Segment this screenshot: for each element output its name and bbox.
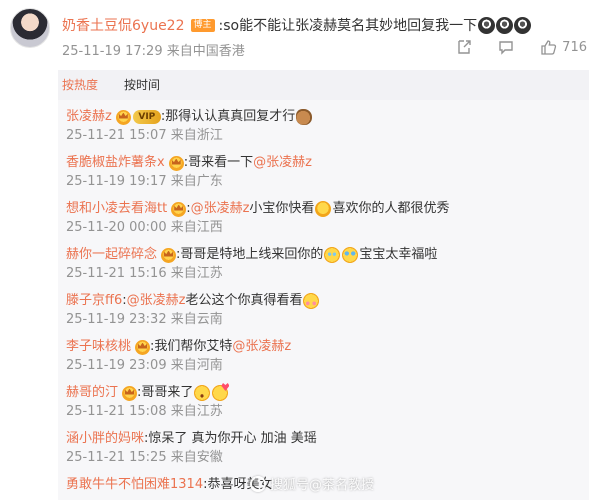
reply-time: 25-11-21 15:16 来自江苏 bbox=[66, 266, 223, 281]
post-actions: 716 bbox=[456, 39, 587, 55]
tab-time[interactable]: 按时间 bbox=[122, 75, 162, 95]
like-count: 716 bbox=[562, 39, 587, 55]
reply-time: 25-11-20 00:00 来自江西 bbox=[66, 220, 223, 235]
vip-level-badge: VIP bbox=[132, 110, 161, 124]
list-item: 赫你一起碎碎念 :哥哥是特地上线来回你的 宝宝太幸福啦 25-11-21 15:… bbox=[58, 238, 589, 284]
reply-author[interactable]: 滕子京ff6 bbox=[66, 292, 122, 310]
mention-link[interactable]: @张凌赫z bbox=[127, 292, 186, 310]
vip-crown-icon bbox=[168, 155, 184, 171]
list-item: 赫哥的汀 :哥哥来了 25-11-21 15:08 来自江苏 bbox=[58, 376, 589, 422]
blogger-badge: 博主 bbox=[190, 18, 215, 32]
reply-text-suffix: 喜欢你的人都很优秀 bbox=[332, 201, 450, 216]
sweat-emoji-icon bbox=[514, 16, 532, 34]
post-meta: 25-11-19 17:29 来自中国香港 bbox=[62, 44, 245, 59]
post-text: :so能不能让张凌赫莫名其妙地回复我一下 bbox=[218, 18, 478, 34]
vip-crown-icon bbox=[115, 109, 131, 125]
watermark-text: 搜狐号@茶名教授 bbox=[270, 478, 375, 493]
sort-tabs: 按热度 按时间 bbox=[58, 70, 589, 100]
reply-text: :惊呆了 真为你开心 加油 美瑶 bbox=[144, 431, 317, 446]
vip-crown-icon bbox=[122, 385, 138, 401]
watermark: 搜狐号@茶名教授 bbox=[250, 474, 374, 493]
sohu-logo-icon bbox=[250, 475, 266, 492]
reply-time: 25-11-19 23:09 来自河南 bbox=[66, 358, 223, 373]
reply-time: 25-11-19 19:17 来自广东 bbox=[66, 174, 223, 189]
cover-face-emoji-icon bbox=[315, 201, 332, 217]
vip-crown-icon bbox=[161, 247, 177, 263]
reply-text: :哥来看一下 bbox=[183, 155, 254, 170]
vip-crown-icon bbox=[135, 339, 151, 355]
reply-text: :那得认认真真回复才行 bbox=[160, 109, 296, 124]
reply-author[interactable]: 涵小胖的妈咪 bbox=[66, 430, 144, 448]
mention-link[interactable]: @张凌赫z bbox=[191, 200, 250, 218]
sweat-emoji-icon bbox=[478, 16, 496, 34]
post-author[interactable]: 奶香土豆侃6yue22 bbox=[62, 15, 185, 35]
reply-text: :哥哥是特地上线来回你的 bbox=[176, 247, 324, 262]
avatar[interactable] bbox=[10, 8, 50, 48]
reply-text: 小宝你快看 bbox=[249, 201, 315, 216]
sweat-emoji-icon bbox=[496, 16, 514, 34]
reply-time: 25-11-21 15:25 来自安徽 bbox=[66, 450, 223, 465]
reply-author[interactable]: 赫哥的汀 bbox=[66, 384, 118, 402]
cry-emoji-icon bbox=[324, 247, 341, 263]
reply-list: 张凌赫z VIP :那得认认真真回复才行 25-11-21 15:07 来自浙江… bbox=[58, 100, 589, 500]
reply-author[interactable]: 想和小凌去看海tt bbox=[66, 200, 167, 218]
shy-emoji-icon bbox=[303, 293, 320, 309]
vip-crown-icon bbox=[171, 201, 187, 217]
tab-hot[interactable]: 按热度 bbox=[60, 75, 100, 95]
reply-author[interactable]: 香脆椒盐炸薯条x bbox=[66, 154, 165, 172]
list-item: 张凌赫z VIP :那得认认真真回复才行 25-11-21 15:07 来自浙江 bbox=[58, 100, 589, 146]
thumbs-up-icon bbox=[541, 40, 557, 55]
fist-emoji-icon bbox=[296, 109, 313, 125]
reply-text: 老公这个你真得看看 bbox=[185, 293, 303, 308]
tear-emoji-icon bbox=[342, 247, 359, 263]
mention-link[interactable]: @张凌赫z bbox=[253, 154, 312, 172]
reply-text-suffix: 宝宝太幸福啦 bbox=[359, 247, 438, 262]
reply-author[interactable]: 李子味核桃 bbox=[66, 338, 131, 356]
love-emoji-icon bbox=[212, 385, 229, 401]
reply-text: :哥哥来了 bbox=[137, 385, 194, 400]
list-item: 涵小胖的妈咪 :惊呆了 真为你开心 加油 美瑶 25-11-21 15:25 来… bbox=[58, 422, 589, 468]
list-item: 香脆椒盐炸薯条x :哥来看一下 @张凌赫z 25-11-19 19:17 来自广… bbox=[58, 146, 589, 192]
list-item: 滕子京ff6 : @张凌赫z 老公这个你真得看看 25-11-19 23:32 … bbox=[58, 284, 589, 330]
reply-time: 25-11-21 15:07 来自浙江 bbox=[66, 128, 223, 143]
wow-emoji-icon bbox=[194, 385, 211, 401]
reply-text: :我们帮你艾特 bbox=[150, 339, 233, 354]
like-button[interactable]: 716 bbox=[540, 39, 587, 55]
list-item: 李子味核桃 :我们帮你艾特 @张凌赫z 25-11-19 23:09 来自河南 bbox=[58, 330, 589, 376]
mention-link[interactable]: @张凌赫z bbox=[232, 338, 291, 356]
reply-author[interactable]: 张凌赫z bbox=[66, 108, 112, 126]
reply-time: 25-11-19 23:32 来自云南 bbox=[66, 312, 223, 327]
reply-author[interactable]: 赫你一起碎碎念 bbox=[66, 246, 157, 264]
post-title-line: 奶香土豆侃6yue22 博主 :so能不能让张凌赫莫名其妙地回复我一下 bbox=[62, 14, 587, 36]
comment-icon[interactable] bbox=[498, 39, 514, 55]
list-item: 想和小凌去看海tt : @张凌赫z 小宝你快看 喜欢你的人都很优秀 25-11-… bbox=[58, 192, 589, 238]
share-icon[interactable] bbox=[456, 39, 472, 55]
reply-author[interactable]: 勇敢牛牛不怕困难1314 bbox=[66, 476, 203, 494]
reply-time: 25-11-21 15:08 来自江苏 bbox=[66, 404, 223, 419]
